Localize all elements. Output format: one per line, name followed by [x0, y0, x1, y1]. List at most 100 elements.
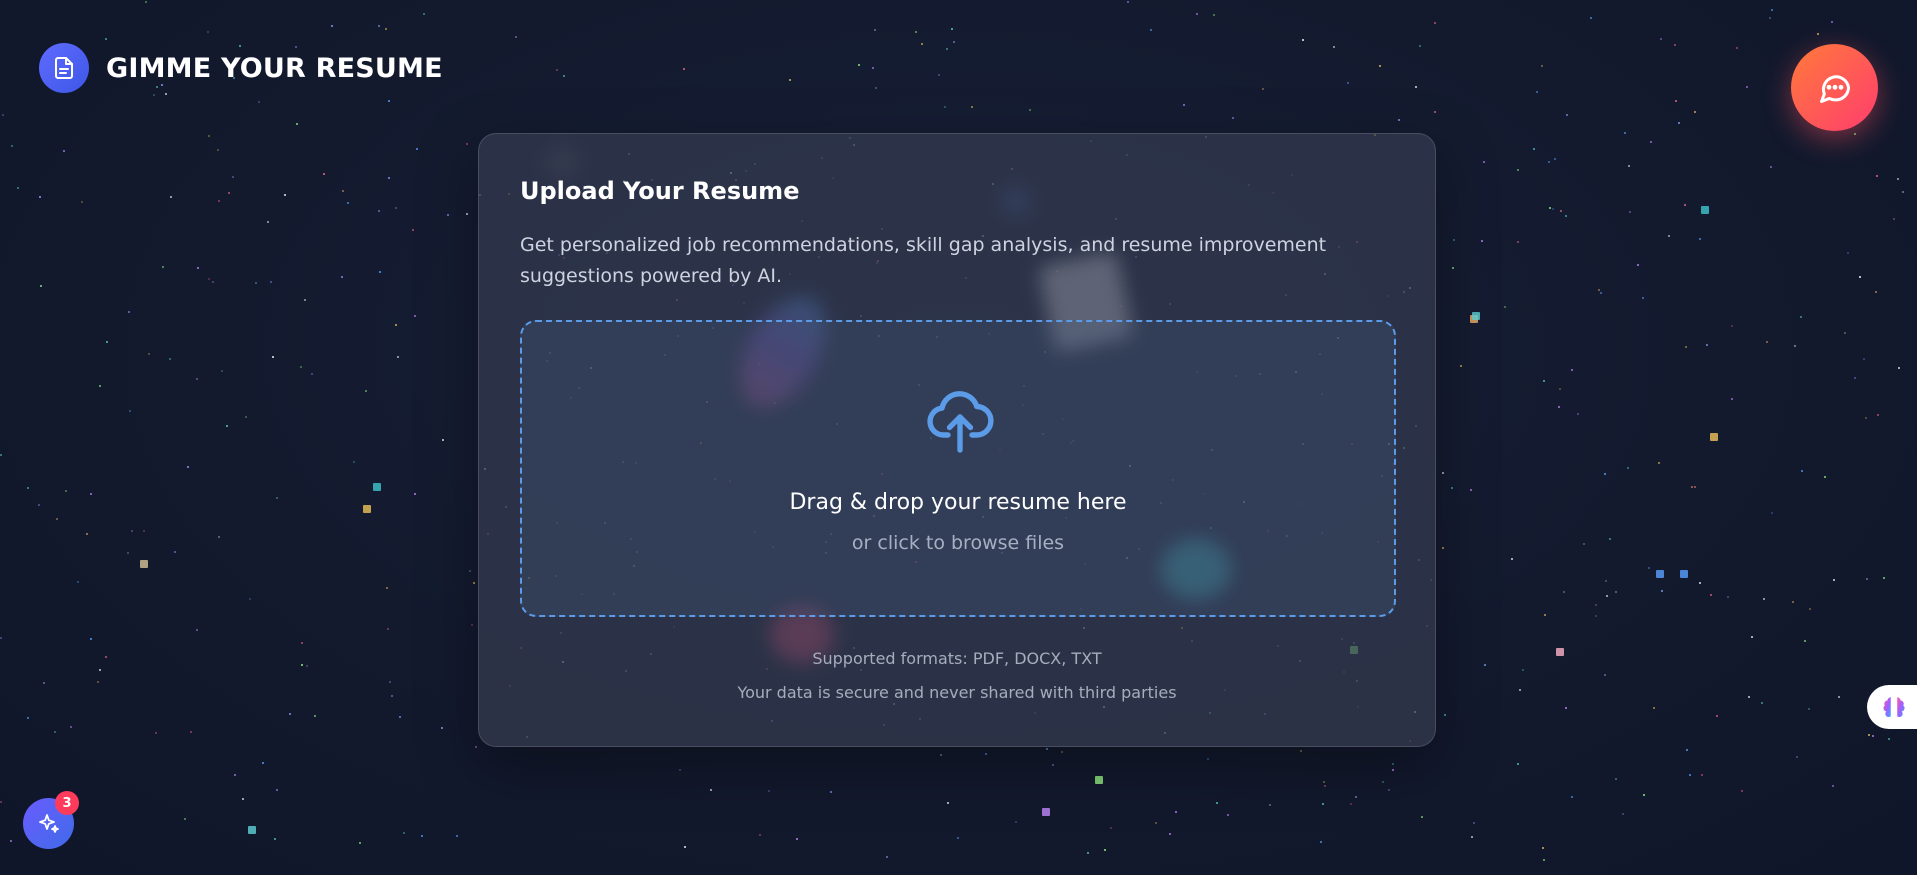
- star: [1824, 476, 1826, 478]
- star: [90, 493, 92, 495]
- star: [1794, 345, 1796, 347]
- star: [105, 656, 107, 658]
- star: [414, 315, 416, 317]
- star: [1883, 577, 1885, 579]
- star: [1061, 751, 1063, 753]
- star: [1322, 803, 1324, 805]
- star: [1216, 802, 1218, 804]
- star: [208, 278, 210, 280]
- star: [1169, 833, 1171, 835]
- star: [1680, 570, 1688, 578]
- star: [456, 835, 458, 837]
- star: [387, 628, 389, 630]
- sparkles-icon: [38, 813, 59, 833]
- star: [1660, 38, 1662, 40]
- star: [1566, 114, 1568, 116]
- star: [1831, 21, 1833, 23]
- star: [1872, 735, 1874, 737]
- app-title: GIMME YOUR RESUME: [106, 52, 443, 84]
- star: [1015, 821, 1017, 823]
- star: [1042, 808, 1050, 816]
- star: [359, 842, 361, 844]
- star: [169, 358, 171, 360]
- star: [466, 213, 468, 215]
- star: [759, 834, 761, 836]
- star: [1629, 211, 1631, 213]
- star: [27, 717, 29, 719]
- star: [1213, 14, 1215, 16]
- resume-dropzone[interactable]: Drag & drop your resume here or click to…: [520, 320, 1396, 617]
- star: [331, 25, 333, 27]
- star: [1442, 472, 1444, 474]
- star: [1483, 161, 1485, 163]
- document-icon[interactable]: [39, 43, 89, 93]
- star: [1694, 486, 1696, 488]
- star: [1766, 341, 1768, 343]
- star: [1150, 29, 1152, 31]
- star: [218, 536, 220, 538]
- star: [1604, 473, 1606, 475]
- star: [1716, 715, 1718, 717]
- star: [1558, 406, 1560, 408]
- star: [165, 93, 167, 95]
- chat-button[interactable]: [1791, 44, 1878, 131]
- star: [1388, 789, 1390, 791]
- star: [86, 533, 88, 535]
- chat-bubble-icon: [1819, 74, 1850, 103]
- star: [1571, 796, 1573, 798]
- star: [379, 271, 381, 273]
- star: [940, 754, 942, 756]
- star: [274, 838, 276, 840]
- star: [221, 370, 223, 372]
- star: [1453, 239, 1455, 241]
- star: [218, 200, 220, 202]
- star: [208, 135, 210, 137]
- star: [54, 731, 56, 733]
- star: [276, 789, 278, 791]
- star: [1590, 17, 1592, 19]
- star: [314, 715, 316, 717]
- star: [143, 530, 145, 532]
- star: [1595, 604, 1597, 606]
- star: [1653, 707, 1655, 709]
- star: [140, 560, 148, 568]
- star: [1731, 325, 1733, 327]
- cloud-upload-icon: [927, 391, 994, 453]
- star: [473, 582, 475, 584]
- supported-formats: Supported formats: PDF, DOCX, TXT: [812, 649, 1102, 668]
- star: [1710, 433, 1718, 441]
- insights-side-tab[interactable]: [1867, 685, 1917, 729]
- star: [466, 143, 468, 145]
- star: [985, 753, 987, 755]
- star: [170, 196, 172, 198]
- star: [858, 64, 860, 66]
- star: [190, 731, 192, 733]
- star: [414, 493, 416, 495]
- star: [232, 176, 234, 178]
- star: [915, 31, 917, 33]
- star: [1689, 774, 1691, 776]
- star: [475, 746, 477, 748]
- browse-files-link[interactable]: or click to browse files: [522, 532, 1394, 554]
- star: [1736, 47, 1738, 49]
- star: [469, 570, 471, 572]
- star: [416, 148, 418, 150]
- star: [1902, 191, 1904, 193]
- star: [1650, 141, 1652, 143]
- star: [1751, 636, 1753, 638]
- star: [1859, 276, 1861, 278]
- star: [946, 48, 948, 50]
- star: [1183, 104, 1185, 106]
- star: [1731, 398, 1733, 400]
- star: [1300, 750, 1302, 752]
- star: [1543, 859, 1545, 861]
- star: [365, 390, 367, 392]
- star: [1542, 847, 1544, 849]
- star: [1398, 119, 1400, 121]
- star: [1470, 489, 1472, 491]
- star: [1583, 543, 1585, 545]
- star: [1350, 803, 1352, 805]
- star: [1227, 814, 1229, 816]
- star: [875, 87, 877, 89]
- star: [1763, 598, 1765, 600]
